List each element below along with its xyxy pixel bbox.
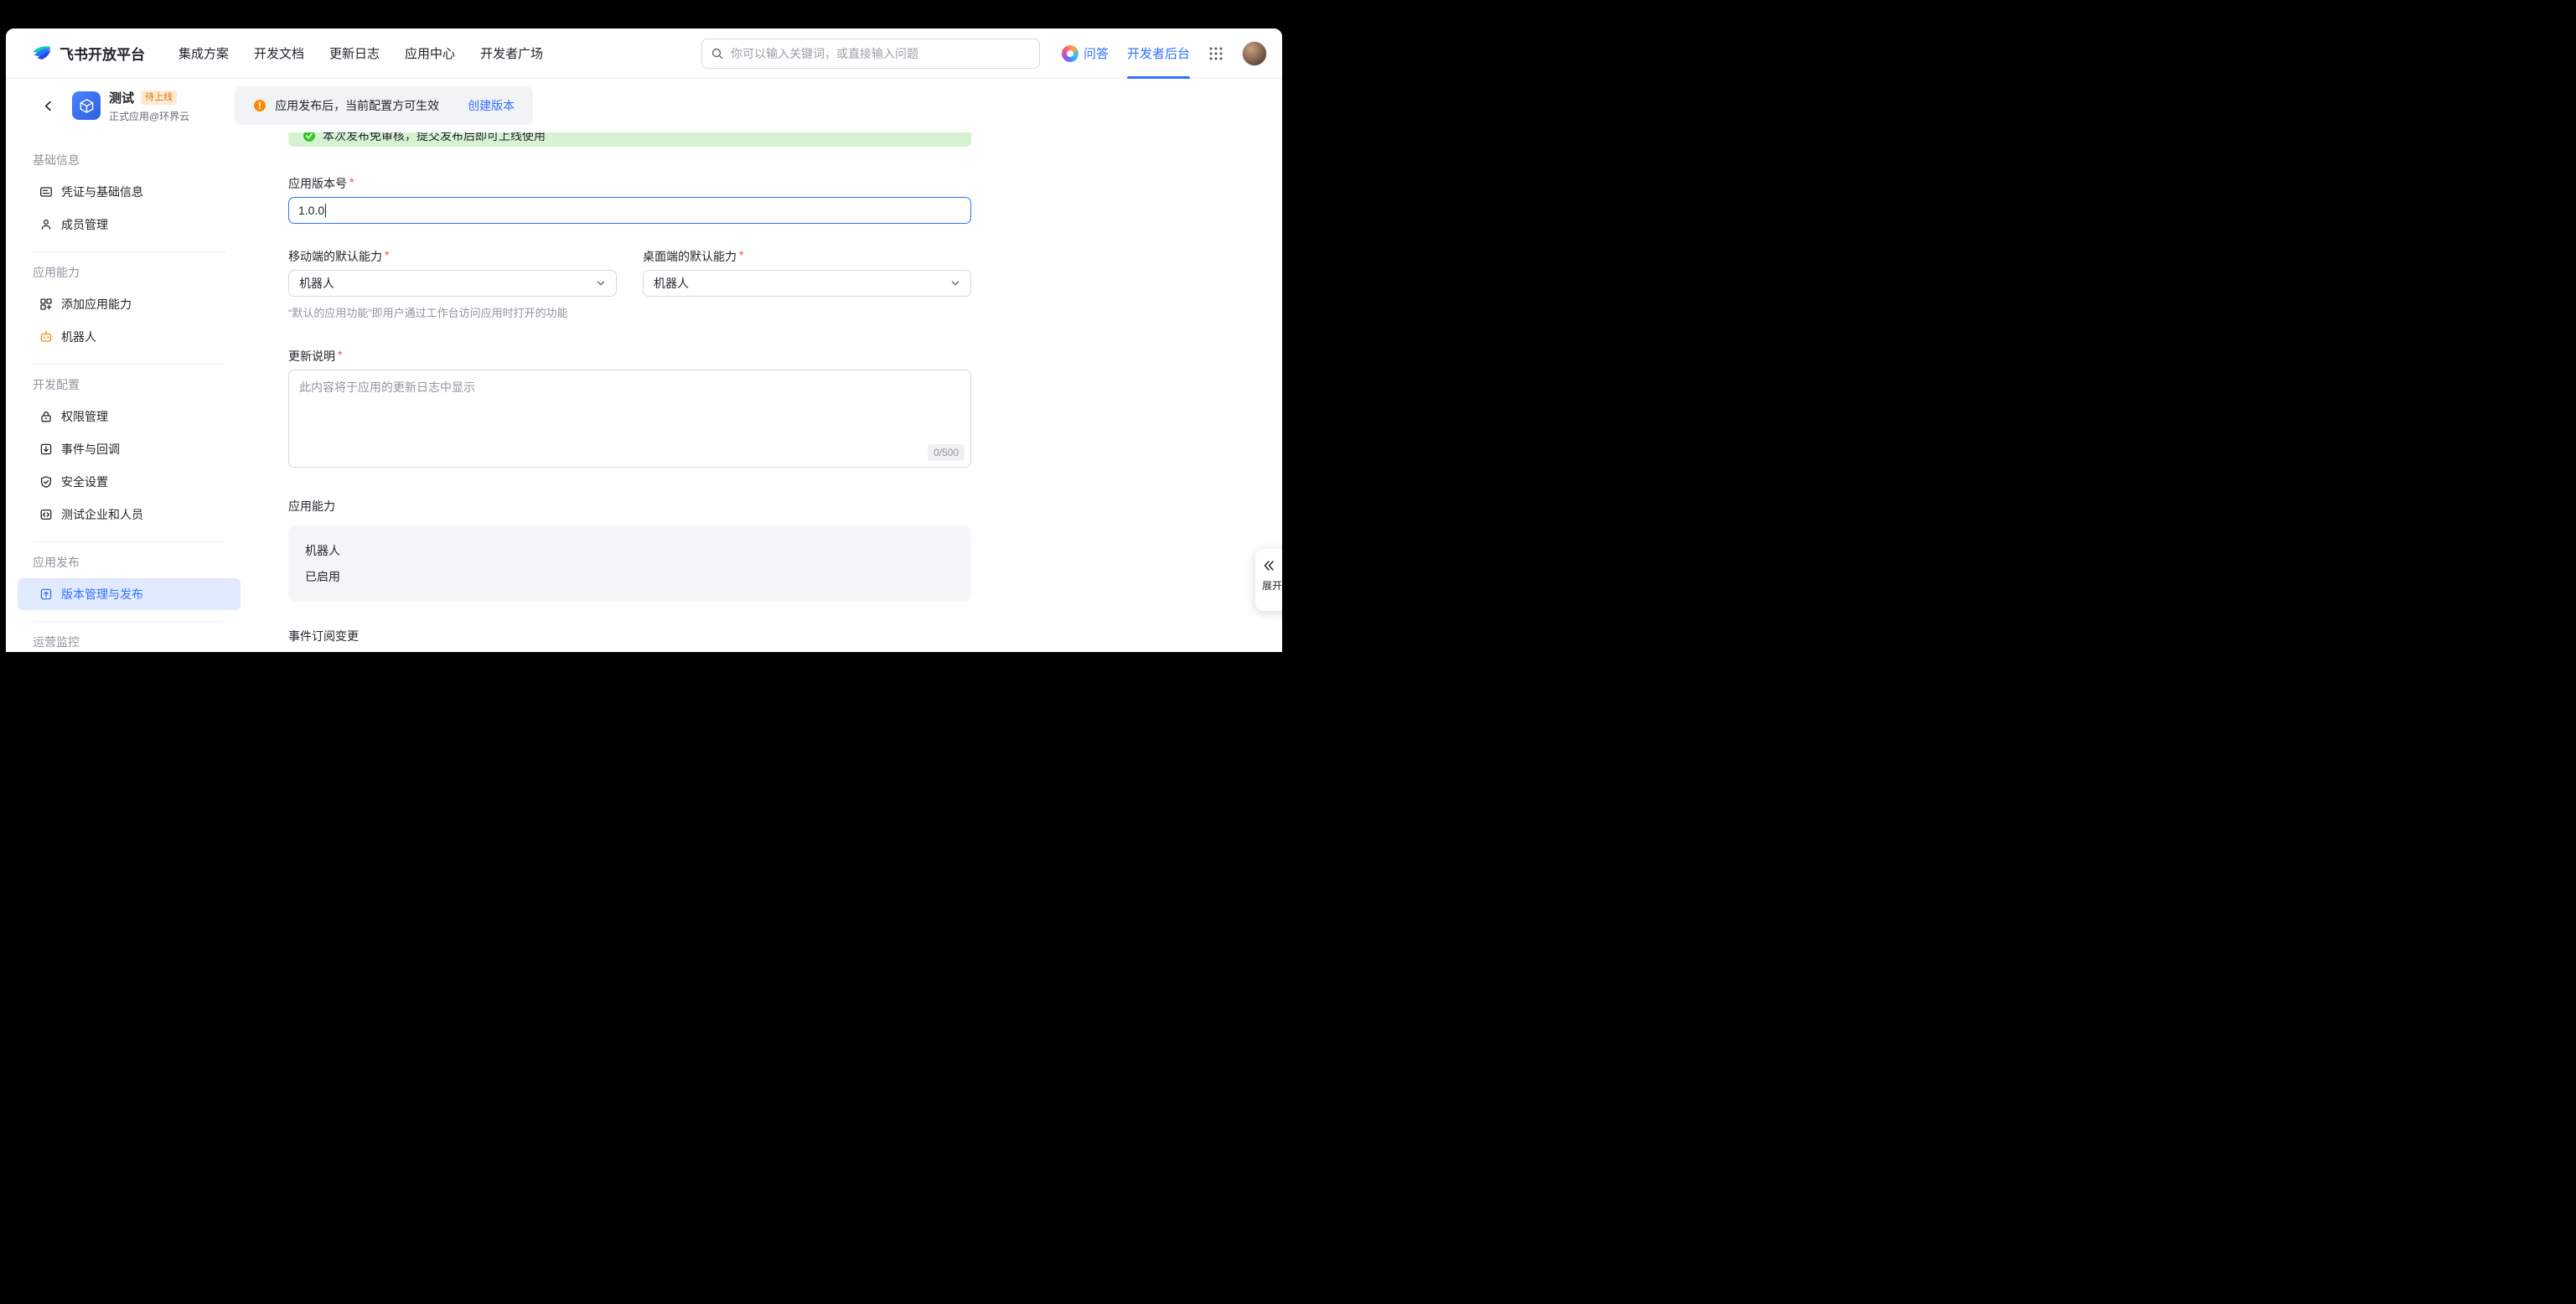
app-meta: 测试 待上线 正式应用@环界云	[109, 89, 189, 123]
test-org-icon	[39, 508, 53, 521]
chevron-down-icon	[950, 278, 960, 288]
update-notes-textarea[interactable]	[288, 370, 971, 468]
success-banner: 本次发布免审核，提交发布后即可上线使用	[288, 132, 971, 147]
sidebar: 基础信息 凭证与基础信息 成员管理 应用能力	[18, 132, 241, 652]
brand[interactable]: 飞书开放平台	[31, 43, 145, 65]
required-marker: *	[349, 175, 354, 192]
back-button[interactable]	[42, 96, 55, 116]
content-area: 基础信息 凭证与基础信息 成员管理 应用能力	[6, 132, 1282, 652]
mobile-capability-select[interactable]: 机器人	[288, 270, 617, 297]
sidebar-item-security[interactable]: 安全设置	[18, 466, 241, 498]
search-icon	[711, 47, 724, 60]
desktop-capability-select[interactable]: 机器人	[643, 270, 971, 297]
capability-hint: “默认的应用功能”即用户通过工作台访问应用时打开的功能	[288, 304, 971, 320]
nav-item-docs[interactable]: 开发文档	[254, 44, 304, 62]
qa-label: 问答	[1084, 44, 1109, 62]
sidebar-item-permissions[interactable]: 权限管理	[18, 401, 241, 432]
mobile-capability-label: 移动端的默认能力*	[288, 248, 617, 265]
app-header-bar: 测试 待上线 正式应用@环界云 应用发布后，当前配置方可生效 创建版本	[6, 79, 1282, 132]
required-marker: *	[385, 248, 389, 265]
capability-summary-box: 机器人 已启用	[288, 525, 971, 602]
members-icon	[39, 218, 53, 231]
version-form: 本次发布免审核，提交发布后即可上线使用 应用版本号* 1.0.0 移动端的默认能…	[288, 132, 971, 652]
primary-nav: 集成方案 开发文档 更新日志 应用中心 开发者广场	[178, 44, 543, 62]
feishu-logo-icon	[31, 43, 53, 65]
sidebar-section-capabilities: 应用能力	[33, 263, 241, 282]
app-name: 测试	[109, 89, 134, 106]
security-shield-icon	[39, 475, 53, 489]
nav-right-cluster: 问答 开发者后台	[1062, 28, 1267, 79]
app-subtitle: 正式应用@环界云	[109, 109, 189, 123]
success-text: 本次发布免审核，提交发布后即可上线使用	[323, 132, 546, 142]
search-input[interactable]	[731, 47, 1031, 60]
desktop-capability-label: 桌面端的默认能力*	[643, 248, 971, 265]
sidebar-section-basic-info: 基础信息	[33, 151, 241, 169]
chevron-down-icon	[596, 278, 606, 288]
developer-console-tab[interactable]: 开发者后台	[1127, 28, 1190, 79]
cube-icon	[79, 98, 95, 114]
qa-colorful-icon	[1062, 45, 1079, 62]
double-chevron-left-icon	[1262, 559, 1275, 572]
capability-name: 机器人	[305, 542, 954, 559]
sidebar-item-credentials[interactable]: 凭证与基础信息	[18, 176, 241, 208]
sidebar-item-add-capability[interactable]: 添加应用能力	[18, 288, 241, 320]
capability-section-heading: 应用能力	[288, 498, 971, 515]
credential-icon	[39, 185, 53, 199]
sidebar-item-version-release[interactable]: 版本管理与发布	[18, 578, 241, 610]
status-badge: 待上线	[141, 91, 177, 105]
nav-item-integration[interactable]: 集成方案	[178, 44, 229, 62]
top-navigation: 飞书开放平台 集成方案 开发文档 更新日志 应用中心 开发者广场 问答 开发者后…	[6, 28, 1282, 79]
permission-icon	[39, 410, 53, 423]
alert-text: 应用发布后，当前配置方可生效	[275, 97, 439, 114]
sidebar-section-monitoring: 运营监控	[33, 633, 241, 651]
sidebar-divider	[33, 541, 225, 542]
update-notes-label: 更新说明*	[288, 348, 971, 365]
expand-panel-button[interactable]: 展开	[1255, 549, 1282, 611]
sidebar-section-dev-config: 开发配置	[33, 375, 241, 394]
required-marker: *	[739, 248, 743, 265]
sidebar-section-release: 应用发布	[33, 553, 241, 572]
sidebar-item-members[interactable]: 成员管理	[18, 209, 241, 241]
nav-item-app-center[interactable]: 应用中心	[405, 44, 455, 62]
required-marker: *	[338, 348, 342, 365]
sidebar-divider	[33, 251, 225, 252]
app-logo-icon	[72, 91, 101, 120]
browser-window: 飞书开放平台 集成方案 开发文档 更新日志 应用中心 开发者广场 问答 开发者后…	[6, 28, 1282, 652]
char-counter: 0/500	[928, 444, 965, 461]
chevron-left-icon	[42, 100, 54, 112]
publish-alert-banner: 应用发布后，当前配置方可生效 创建版本	[235, 86, 533, 125]
sidebar-item-test-org[interactable]: 测试企业和人员	[18, 499, 241, 530]
sidebar-item-events[interactable]: 事件与回调	[18, 433, 241, 465]
version-release-icon	[39, 587, 53, 601]
nav-item-changelog[interactable]: 更新日志	[329, 44, 380, 62]
warning-icon	[253, 99, 266, 112]
qa-link[interactable]: 问答	[1062, 44, 1109, 62]
avatar[interactable]	[1242, 41, 1267, 66]
events-section-heading: 事件订阅变更	[288, 628, 971, 644]
update-notes-field: 0/500	[288, 370, 971, 468]
robot-icon	[39, 330, 53, 344]
create-version-link[interactable]: 创建版本	[468, 97, 515, 114]
expand-label: 展开	[1262, 578, 1282, 592]
default-capability-row: 移动端的默认能力* 机器人 桌面端的默认能力* 机器人	[288, 248, 971, 297]
text-caret	[325, 204, 326, 217]
sidebar-item-robot[interactable]: 机器人	[18, 321, 241, 353]
search-box[interactable]	[701, 39, 1040, 69]
version-input[interactable]: 1.0.0	[288, 197, 971, 224]
sidebar-divider	[33, 621, 225, 622]
add-capability-icon	[39, 298, 53, 311]
sidebar-divider	[33, 364, 225, 365]
success-check-icon	[303, 132, 316, 142]
brand-title: 飞书开放平台	[59, 43, 145, 64]
capability-status: 已启用	[305, 568, 954, 585]
apps-grid-icon[interactable]	[1208, 46, 1223, 61]
nav-item-dev-plaza[interactable]: 开发者广场	[480, 44, 543, 62]
version-label: 应用版本号*	[288, 175, 971, 192]
event-callback-icon	[39, 442, 53, 456]
